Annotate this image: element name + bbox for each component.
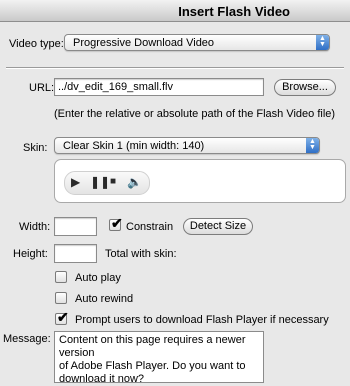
video-type-select[interactable]: Progressive Download Video ▲ ▼: [64, 34, 330, 51]
message-label: Message:: [3, 333, 51, 345]
height-input[interactable]: [54, 244, 97, 263]
detect-size-button[interactable]: Detect Size: [183, 218, 253, 235]
url-label: URL:: [29, 82, 55, 94]
message-textarea[interactable]: Content on this page requires a newer ve…: [54, 331, 264, 385]
stop-icon: ■: [110, 176, 117, 187]
volume-icon: 🔈: [127, 175, 142, 189]
auto-play-checkbox[interactable]: [55, 271, 67, 283]
width-label: Width:: [19, 221, 51, 233]
constrain-checkbox[interactable]: ✔: [109, 215, 123, 231]
browse-button[interactable]: Browse...: [274, 79, 336, 96]
url-hint: (Enter the relative or absolute path of …: [54, 108, 336, 120]
pause-icon: ❚❚: [90, 175, 111, 189]
video-type-label: Video type:: [9, 38, 64, 50]
height-label: Height:: [13, 248, 48, 260]
auto-rewind-label: Auto rewind: [75, 293, 134, 305]
separator: [6, 67, 344, 69]
title-bar: Insert Flash Video: [0, 0, 350, 22]
total-with-skin-label: Total with skin:: [105, 248, 177, 260]
checkmark-icon: ✔: [111, 215, 123, 231]
url-value: ../dv_edit_169_small.flv: [58, 81, 173, 93]
checkmark-icon: ✔: [57, 309, 69, 325]
skin-select[interactable]: Clear Skin 1 (min width: 140) ▲ ▼: [54, 137, 320, 154]
skin-label: Skin:: [23, 142, 48, 154]
chevron-updown-icon: ▲ ▼: [306, 138, 319, 153]
auto-rewind-checkbox[interactable]: [55, 292, 67, 304]
prompt-download-checkbox[interactable]: ✔: [55, 309, 69, 325]
video-type-value: Progressive Download Video: [73, 37, 215, 49]
constrain-label: Constrain: [126, 221, 174, 233]
url-input[interactable]: ../dv_edit_169_small.flv: [54, 78, 264, 96]
skin-controller-bar: ▶ ❚❚ ■ 🔈: [64, 171, 150, 195]
auto-play-label: Auto play: [75, 272, 121, 284]
play-icon: ▶: [71, 175, 81, 189]
skin-value: Clear Skin 1 (min width: 140): [63, 140, 205, 152]
width-input[interactable]: [54, 217, 97, 236]
prompt-download-label: Prompt users to download Flash Player if…: [75, 314, 329, 326]
window-title: Insert Flash Video: [178, 4, 290, 19]
chevron-updown-icon: ▲ ▼: [316, 35, 329, 50]
skin-preview: ▶ ❚❚ ■ 🔈: [54, 159, 346, 203]
